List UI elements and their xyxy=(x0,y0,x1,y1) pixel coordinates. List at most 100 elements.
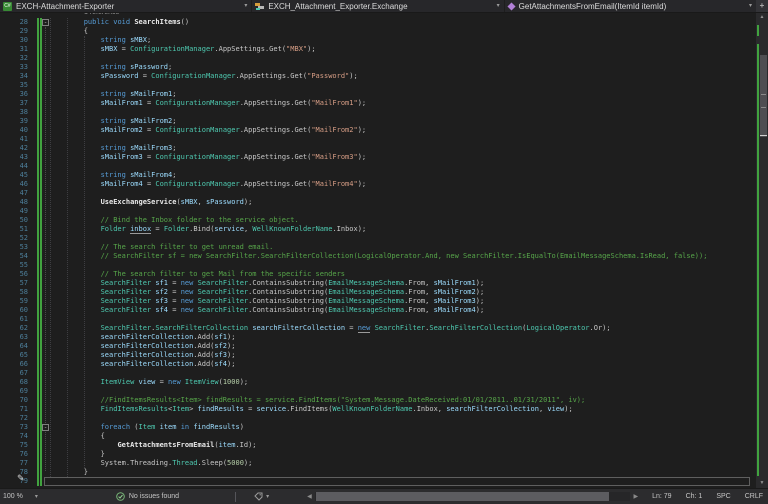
code-line[interactable]: 49 xyxy=(0,207,756,216)
scroll-down-arrow-icon[interactable]: ▼ xyxy=(756,480,768,487)
code-text[interactable]: string sPassword; xyxy=(50,63,756,72)
code-line[interactable]: 78 } xyxy=(0,468,756,477)
vertical-scrollbar-thumb[interactable] xyxy=(760,55,767,137)
code-text[interactable]: //FindItemsResults<Item> findResults = s… xyxy=(50,396,756,405)
project-dropdown[interactable]: C# EXCH-Attachment-Exporter ▾ xyxy=(0,0,253,12)
collapse-box-icon[interactable]: - xyxy=(42,424,49,431)
code-text[interactable] xyxy=(50,189,756,198)
code-line[interactable]: 43 sMailFrom3 = ConfigurationManager.App… xyxy=(0,153,756,162)
filter-tag-control[interactable]: ▾ xyxy=(254,492,269,501)
collapse-box-icon[interactable]: - xyxy=(42,19,49,26)
code-line[interactable]: 59 SearchFilter sf3 = new SearchFilter.C… xyxy=(0,297,756,306)
fold-margin[interactable]: - xyxy=(42,423,50,432)
code-text[interactable]: string sMBX; xyxy=(50,36,756,45)
code-line[interactable]: 46 sMailFrom4 = ConfigurationManager.App… xyxy=(0,180,756,189)
code-line[interactable]: 36 string sMailFrom1; xyxy=(0,90,756,99)
code-line[interactable]: 38 xyxy=(0,108,756,117)
code-line[interactable]: 34 sPassword = ConfigurationManager.AppS… xyxy=(0,72,756,81)
chevron-down-icon[interactable]: ▾ xyxy=(35,493,38,500)
code-line[interactable]: 72 xyxy=(0,414,756,423)
code-text[interactable]: Folder inbox = Folder.Bind(service, Well… xyxy=(50,225,756,234)
code-line[interactable]: 52 xyxy=(0,234,756,243)
code-line[interactable]: 53 // The search filter to get unread em… xyxy=(0,243,756,252)
code-line[interactable]: 75 GetAttachmentsFromEmail(item.Id); xyxy=(0,441,756,450)
code-line[interactable]: 63 searchFilterCollection.Add(sf1); xyxy=(0,333,756,342)
code-text[interactable]: SearchFilter sf1 = new SearchFilter.Cont… xyxy=(50,279,756,288)
code-line[interactable]: 71 FindItemsResults<Item> findResults = … xyxy=(0,405,756,414)
code-line[interactable]: 76 } xyxy=(0,450,756,459)
code-line[interactable]: 45 string sMailFrom4; xyxy=(0,171,756,180)
scroll-up-arrow-icon[interactable]: ▲ xyxy=(756,14,768,21)
code-line[interactable]: 39 string sMailFrom2; xyxy=(0,117,756,126)
code-line[interactable]: 47 xyxy=(0,189,756,198)
code-line[interactable]: 67 xyxy=(0,369,756,378)
code-line[interactable]: 42 string sMailFrom3; xyxy=(0,144,756,153)
code-text[interactable]: // The search filter to get unread email… xyxy=(50,243,756,252)
code-text[interactable] xyxy=(50,234,756,243)
code-text[interactable] xyxy=(50,54,756,63)
code-text[interactable]: SearchFilter sf2 = new SearchFilter.Cont… xyxy=(50,288,756,297)
code-line[interactable]: 70 //FindItemsResults<Item> findResults … xyxy=(0,396,756,405)
code-text[interactable]: public void SearchItems() xyxy=(50,18,756,27)
horizontal-scrollbar[interactable] xyxy=(314,492,631,501)
code-line[interactable]: 61 xyxy=(0,315,756,324)
code-text[interactable]: SearchFilter.SearchFilterCollection sear… xyxy=(50,324,756,333)
code-line[interactable]: 35 xyxy=(0,81,756,90)
code-line[interactable]: 37 sMailFrom1 = ConfigurationManager.App… xyxy=(0,99,756,108)
code-line[interactable]: 58 SearchFilter sf2 = new SearchFilter.C… xyxy=(0,288,756,297)
code-text[interactable]: } xyxy=(50,450,756,459)
scroll-right-arrow-icon[interactable]: ▶ xyxy=(633,493,638,500)
code-line[interactable]: 57 SearchFilter sf1 = new SearchFilter.C… xyxy=(0,279,756,288)
code-text[interactable] xyxy=(50,207,756,216)
code-line[interactable]: 50 // Bind the Inbox folder to the servi… xyxy=(0,216,756,225)
code-line[interactable]: 68 ItemView view = new ItemView(1000); xyxy=(0,378,756,387)
code-text[interactable]: sMailFrom3 = ConfigurationManager.AppSet… xyxy=(50,153,756,162)
code-text[interactable] xyxy=(50,414,756,423)
code-rows[interactable]: 28- public void SearchItems() 29 {30 stri… xyxy=(0,18,756,486)
code-text[interactable]: SearchFilter sf3 = new SearchFilter.Cont… xyxy=(50,297,756,306)
code-text[interactable]: SearchFilter sf4 = new SearchFilter.Cont… xyxy=(50,306,756,315)
code-text[interactable] xyxy=(50,369,756,378)
code-line[interactable]: 30 string sMBX; xyxy=(0,36,756,45)
code-text[interactable]: sMailFrom4 = ConfigurationManager.AppSet… xyxy=(50,180,756,189)
code-line[interactable]: 33 string sPassword; xyxy=(0,63,756,72)
code-text[interactable] xyxy=(50,315,756,324)
code-text[interactable]: // The search filter to get Mail from th… xyxy=(50,270,756,279)
code-pane[interactable]: 1 reference 28- public void SearchItems(… xyxy=(0,13,756,488)
split-editor-handle[interactable]: + xyxy=(755,0,768,12)
code-line[interactable]: 51 Folder inbox = Folder.Bind(service, W… xyxy=(0,225,756,234)
code-text[interactable]: // SearchFilter sf = new SearchFilter.Se… xyxy=(50,252,756,261)
code-line[interactable]: 54 // SearchFilter sf = new SearchFilter… xyxy=(0,252,756,261)
code-text[interactable]: sMBX = ConfigurationManager.AppSettings.… xyxy=(50,45,756,54)
code-line[interactable]: 40 sMailFrom2 = ConfigurationManager.App… xyxy=(0,126,756,135)
member-dropdown[interactable]: GetAttachmentsFromEmail(ItemId itemId) ▾ xyxy=(505,0,756,12)
code-line[interactable]: 48 UseExchangeService(sMBX, sPassword); xyxy=(0,198,756,207)
code-text[interactable]: { xyxy=(50,27,756,36)
code-line[interactable]: 31 sMBX = ConfigurationManager.AppSettin… xyxy=(0,45,756,54)
code-text[interactable]: searchFilterCollection.Add(sf2); xyxy=(50,342,756,351)
zoom-control[interactable]: 100 % xyxy=(3,493,23,500)
code-line[interactable]: 69 xyxy=(0,387,756,396)
code-text[interactable]: System.Threading.Thread.Sleep(5000); xyxy=(50,459,756,468)
code-line[interactable]: 60 SearchFilter sf4 = new SearchFilter.C… xyxy=(0,306,756,315)
code-line[interactable]: 29 { xyxy=(0,27,756,36)
code-text[interactable]: foreach (Item item in findResults) xyxy=(50,423,756,432)
code-text[interactable]: string sMailFrom1; xyxy=(50,90,756,99)
code-editor[interactable]: 1 reference 28- public void SearchItems(… xyxy=(0,13,768,488)
code-line[interactable]: 77 System.Threading.Thread.Sleep(5000); xyxy=(0,459,756,468)
code-text[interactable]: string sMailFrom3; xyxy=(50,144,756,153)
horizontal-scrollbar-thumb[interactable] xyxy=(315,492,610,501)
code-text[interactable] xyxy=(50,81,756,90)
code-text[interactable]: sMailFrom2 = ConfigurationManager.AppSet… xyxy=(50,126,756,135)
code-text[interactable] xyxy=(50,387,756,396)
code-text[interactable]: FindItemsResults<Item> findResults = ser… xyxy=(50,405,756,414)
code-line[interactable]: 55 xyxy=(0,261,756,270)
fold-margin[interactable]: - xyxy=(42,18,50,27)
code-line[interactable]: 73 - foreach (Item item in findResults) xyxy=(0,423,756,432)
code-text[interactable] xyxy=(50,135,756,144)
code-text[interactable]: // Bind the Inbox folder to the service … xyxy=(50,216,756,225)
code-text[interactable]: GetAttachmentsFromEmail(item.Id); xyxy=(50,441,756,450)
code-text[interactable]: searchFilterCollection.Add(sf3); xyxy=(50,351,756,360)
code-text[interactable]: UseExchangeService(sMBX, sPassword); xyxy=(50,198,756,207)
code-line[interactable]: 41 xyxy=(0,135,756,144)
